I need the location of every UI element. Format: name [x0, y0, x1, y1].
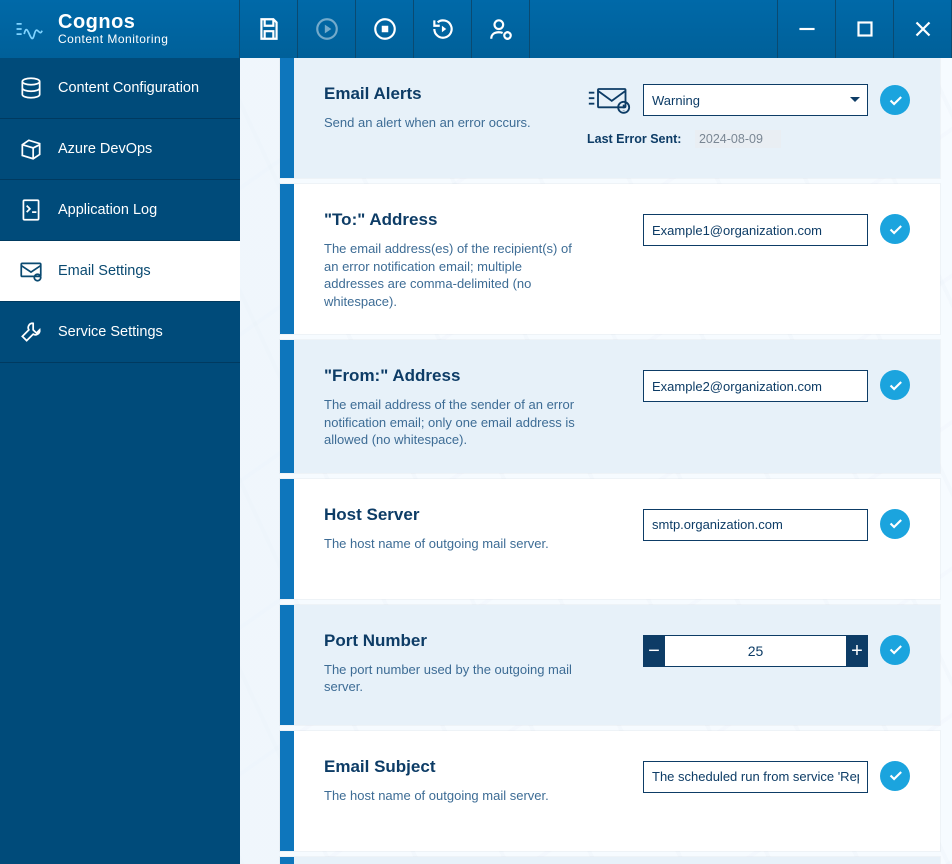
settings-scroll[interactable]: Email Alerts Send an alert when an error… [240, 58, 952, 864]
apply-to-button[interactable] [880, 214, 910, 244]
card-title: Email Subject [324, 757, 623, 777]
port-decrement-button[interactable]: − [643, 635, 665, 667]
save-button[interactable] [240, 0, 298, 58]
card-title: "From:" Address [324, 366, 623, 386]
to-address-input[interactable] [643, 214, 868, 246]
card-to-address: "To:" Address The email address(es) of t… [280, 184, 940, 334]
window-maximize-button[interactable] [836, 0, 894, 58]
sidebar-item-email-settings[interactable]: Email Settings [0, 241, 240, 302]
check-icon [887, 92, 904, 109]
sidebar-item-label: Content Configuration [58, 80, 199, 96]
save-icon [256, 16, 282, 42]
port-increment-button[interactable]: + [846, 635, 868, 667]
card-desc: Send an alert when an error occurs. [324, 114, 567, 132]
play-button[interactable] [298, 0, 356, 58]
sidebar-item-service-settings[interactable]: Service Settings [0, 302, 240, 363]
sidebar-item-content-configuration[interactable]: Content Configuration [0, 58, 240, 119]
titlebar-spacer [530, 0, 778, 58]
brand-logo-icon [14, 12, 48, 46]
card-desc: The email address of the sender of an er… [324, 396, 584, 449]
email-subject-input[interactable] [643, 761, 868, 793]
sidebar-item-azure-devops[interactable]: Azure DevOps [0, 119, 240, 180]
database-icon [18, 75, 44, 101]
sidebar-item-label: Service Settings [58, 324, 163, 340]
apply-subject-button[interactable] [880, 761, 910, 791]
card-host-server: Host Server The host name of outgoing ma… [280, 479, 940, 599]
last-error-sent: Last Error Sent: 2024-08-09 [587, 132, 781, 146]
apply-alert-button[interactable] [880, 85, 910, 115]
email-settings-icon [18, 258, 44, 284]
card-title: "To:" Address [324, 210, 623, 230]
brand-block: Cognos Content Monitoring [0, 0, 240, 58]
card-email-subject: Email Subject The host name of outgoing … [280, 731, 940, 851]
card-desc: The host name of outgoing mail server. [324, 535, 584, 553]
card-port-number: Port Number The port number used by the … [280, 605, 940, 725]
sidebar-item-label: Application Log [58, 202, 157, 218]
user-settings-button[interactable] [472, 0, 530, 58]
host-server-input[interactable] [643, 509, 868, 541]
stop-button[interactable] [356, 0, 414, 58]
stop-icon [372, 16, 398, 42]
apply-host-button[interactable] [880, 509, 910, 539]
port-input[interactable] [665, 635, 846, 667]
card-title: Email Alerts [324, 84, 567, 104]
card-desc: The email address(es) of the recipient(s… [324, 240, 584, 310]
title-bar: Cognos Content Monitoring [0, 0, 952, 58]
minimize-icon [794, 16, 820, 42]
card-email-alerts: Email Alerts Send an alert when an error… [280, 58, 940, 178]
tools-icon [18, 319, 44, 345]
user-gear-icon [488, 16, 514, 42]
content-area: Email Alerts Send an alert when an error… [240, 58, 952, 864]
brand-subtitle: Content Monitoring [58, 33, 168, 46]
sidebar-item-label: Azure DevOps [58, 141, 152, 157]
window-close-button[interactable] [894, 0, 952, 58]
play-icon [314, 16, 340, 42]
window-minimize-button[interactable] [778, 0, 836, 58]
card-title: Host Server [324, 505, 623, 525]
alert-envelope-icon [587, 85, 631, 115]
brand-title: Cognos [58, 12, 168, 33]
check-icon [887, 767, 904, 784]
apply-from-button[interactable] [880, 370, 910, 400]
check-icon [887, 221, 904, 238]
check-icon [887, 641, 904, 658]
apply-port-button[interactable] [880, 635, 910, 665]
sidebar-item-label: Email Settings [58, 263, 151, 279]
close-icon [910, 16, 936, 42]
devops-icon [18, 136, 44, 162]
check-icon [887, 377, 904, 394]
from-address-input[interactable] [643, 370, 868, 402]
replay-icon [430, 16, 456, 42]
card-desc: The host name of outgoing mail server. [324, 787, 584, 805]
log-icon [18, 197, 44, 223]
card-email-body: Email Body The port number used by the o… [280, 857, 940, 864]
replay-button[interactable] [414, 0, 472, 58]
alert-level-select[interactable]: Warning [643, 84, 868, 116]
port-stepper: − + [643, 635, 868, 667]
check-icon [887, 515, 904, 532]
card-desc: The port number used by the outgoing mai… [324, 661, 584, 696]
sidebar: Content Configuration Azure DevOps Appli… [0, 58, 240, 864]
maximize-icon [852, 16, 878, 42]
card-from-address: "From:" Address The email address of the… [280, 340, 940, 473]
sidebar-item-application-log[interactable]: Application Log [0, 180, 240, 241]
card-title: Port Number [324, 631, 623, 651]
